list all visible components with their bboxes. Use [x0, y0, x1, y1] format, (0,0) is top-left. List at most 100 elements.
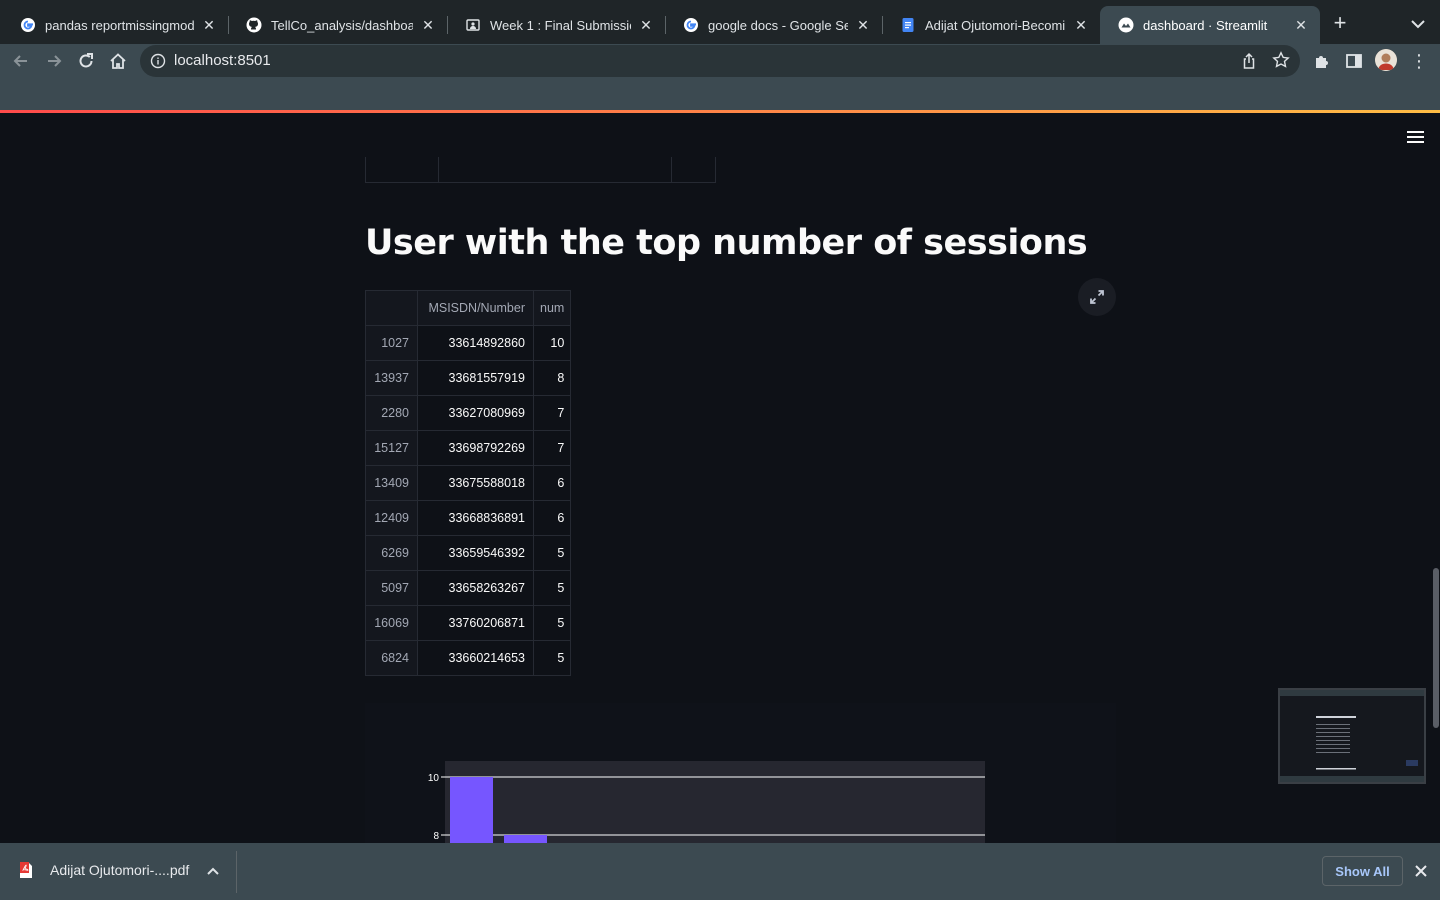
num-cell[interactable]: 8: [532, 360, 572, 396]
close-icon[interactable]: ✕: [637, 16, 655, 34]
num-cell[interactable]: 6: [532, 500, 572, 536]
new-tab-button[interactable]: +: [1328, 12, 1352, 36]
row-index-cell: 6269: [365, 535, 418, 571]
share-icon[interactable]: [1240, 52, 1258, 70]
num-cell[interactable]: 5: [532, 570, 572, 606]
tab-pandas[interactable]: pandas reportmissingmodu ✕: [2, 6, 228, 44]
table-row[interactable]: 12409 33668836891 6: [365, 500, 572, 536]
msisdn-cell[interactable]: 33698792269: [417, 430, 534, 466]
close-icon[interactable]: ✕: [1072, 16, 1090, 34]
picture-in-picture-preview[interactable]: [1278, 688, 1426, 784]
tab-adijat-doc[interactable]: Adijat Ojutomori-Becoming ✕: [882, 6, 1100, 44]
tab-github[interactable]: TellCo_analysis/dashboard ✕: [228, 6, 447, 44]
download-item[interactable]: Adijat Ojutomori-....pdf: [18, 861, 189, 879]
profile-avatar[interactable]: [1375, 49, 1397, 71]
browser-tabstrip: pandas reportmissingmodu ✕ TellCo_analys…: [0, 0, 1440, 44]
section-title: User with the top number of sessions: [365, 223, 1088, 263]
hamburger-menu-icon[interactable]: [1406, 129, 1426, 145]
table-row[interactable]: 2280 33627080969 7: [365, 395, 572, 431]
num-cell[interactable]: 7: [532, 395, 572, 431]
google-g-icon: [683, 17, 699, 33]
expand-icon: [1090, 290, 1104, 304]
row-index-cell: 2280: [365, 395, 418, 431]
reload-button[interactable]: [73, 48, 99, 74]
row-index-cell: 6824: [365, 640, 418, 676]
msisdn-cell[interactable]: 33668836891: [417, 500, 534, 536]
fullscreen-button[interactable]: [1078, 278, 1116, 316]
extensions-puzzle-icon[interactable]: [1313, 52, 1331, 70]
num-cell[interactable]: 6: [532, 465, 572, 501]
home-button[interactable]: [105, 48, 131, 74]
num-cell[interactable]: 5: [532, 640, 572, 676]
table-row[interactable]: 13937 33681557919 8: [365, 360, 572, 396]
table-row[interactable]: 6824 33660214653 5: [365, 640, 572, 676]
table-row[interactable]: 6269 33659546392 5: [365, 535, 572, 571]
row-index-cell: 5097: [365, 570, 418, 606]
msisdn-cell[interactable]: 33627080969: [417, 395, 534, 431]
show-all-button[interactable]: Show All: [1322, 856, 1403, 886]
table-row[interactable]: 16069 33760206871 5: [365, 605, 572, 641]
tab-google-docs-search[interactable]: google docs - Google Sear ✕: [665, 6, 882, 44]
close-icon[interactable]: ✕: [419, 16, 437, 34]
page-scrollbar[interactable]: [1433, 568, 1439, 728]
github-icon: [246, 17, 262, 33]
streamlit-header: [0, 78, 1440, 110]
streamlit-icon: [1118, 17, 1134, 33]
pdf-file-icon: [20, 862, 32, 878]
chart-bar[interactable]: [450, 777, 493, 843]
msisdn-cell[interactable]: 33614892860: [417, 325, 534, 361]
close-icon[interactable]: [1413, 863, 1429, 879]
table-row[interactable]: 5097 33658263267 5: [365, 570, 572, 606]
info-icon[interactable]: [150, 53, 166, 69]
sessions-dataframe[interactable]: MSISDN/Number num 1027 33614892860 10 13937…: [365, 290, 572, 676]
back-button[interactable]: [8, 48, 34, 74]
menu-kebab-icon[interactable]: ⋮: [1410, 50, 1428, 72]
chart-plot-area: [445, 761, 985, 843]
row-index-cell: 15127: [365, 430, 418, 466]
msisdn-header[interactable]: MSISDN/Number: [417, 290, 534, 326]
num-cell[interactable]: 5: [532, 605, 572, 641]
table-row[interactable]: 13409 33675588018 6: [365, 465, 572, 501]
bookmark-star-icon[interactable]: [1272, 51, 1290, 69]
table-header-row: MSISDN/Number num: [365, 290, 572, 326]
index-header: [365, 290, 418, 326]
download-shelf: Adijat Ojutomori-....pdf Show All: [0, 843, 1440, 900]
close-icon[interactable]: ✕: [854, 16, 872, 34]
address-bar[interactable]: localhost:8501: [140, 45, 1300, 77]
close-icon[interactable]: ✕: [200, 16, 218, 34]
docs-icon: [900, 17, 916, 33]
num-header[interactable]: num: [532, 290, 572, 326]
tab-title: google docs - Google Sear: [708, 17, 848, 33]
sessions-bar-chart[interactable]: 10 8: [365, 703, 1116, 843]
table-row[interactable]: 15127 33698792269 7: [365, 430, 572, 466]
msisdn-cell[interactable]: 33760206871: [417, 605, 534, 641]
msisdn-cell[interactable]: 33681557919: [417, 360, 534, 396]
tab-search-button[interactable]: [1406, 12, 1430, 36]
chevron-up-icon[interactable]: [205, 863, 221, 879]
forward-button[interactable]: [41, 48, 67, 74]
num-cell[interactable]: 10: [532, 325, 572, 361]
row-index-cell: 13409: [365, 465, 418, 501]
chart-bar[interactable]: [504, 835, 547, 843]
msisdn-cell[interactable]: 33675588018: [417, 465, 534, 501]
num-cell[interactable]: 5: [532, 535, 572, 571]
msisdn-cell[interactable]: 33660214653: [417, 640, 534, 676]
close-icon[interactable]: ✕: [1292, 16, 1310, 34]
row-index-cell: 1027: [365, 325, 418, 361]
table-row[interactable]: 1027 33614892860 10: [365, 325, 572, 361]
browser-toolbar: localhost:8501 ⋮: [0, 44, 1440, 78]
previous-table-fragment: [365, 157, 716, 183]
side-panel-icon[interactable]: [1345, 52, 1363, 70]
download-filename: Adijat Ojutomori-....pdf: [50, 862, 190, 878]
tab-week1[interactable]: Week 1 : Final Submission - ✕: [447, 6, 665, 44]
msisdn-cell[interactable]: 33659546392: [417, 535, 534, 571]
msisdn-cell[interactable]: 33658263267: [417, 570, 534, 606]
num-cell[interactable]: 7: [532, 430, 572, 466]
pip-thumbnail-image: [1280, 690, 1424, 782]
row-index-cell: 12409: [365, 500, 418, 536]
tab-title: Adijat Ojutomori-Becoming: [925, 17, 1066, 33]
table-body: 1027 33614892860 10 13937 33681557919 8 2280 33…: [365, 325, 572, 676]
tab-streamlit-dashboard[interactable]: dashboard · Streamlit ✕: [1100, 6, 1320, 44]
streamlit-main: User with the top number of sessions MSI…: [0, 113, 1440, 843]
download-separator: [236, 851, 237, 893]
